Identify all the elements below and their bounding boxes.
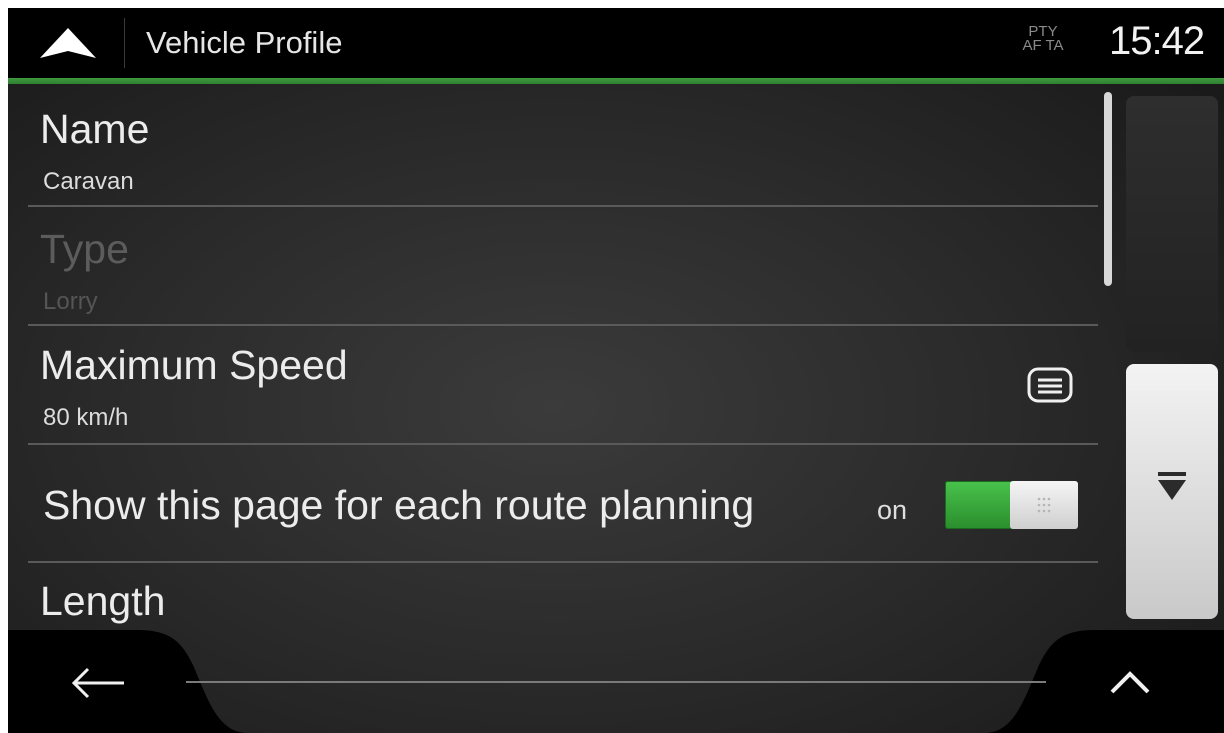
scroll-down-button[interactable] — [1126, 364, 1218, 619]
scroll-down-icon — [1158, 472, 1186, 500]
list-item-label: Show this page for each route planning — [43, 482, 755, 528]
navigation-arrow-icon[interactable] — [38, 26, 98, 60]
screen: Vehicle Profile PTY AF TA 15:42 Name Car… — [8, 8, 1224, 733]
back-arrow-icon[interactable] — [68, 665, 128, 701]
grip-icon — [1037, 497, 1051, 513]
toggle-knob[interactable] — [1010, 481, 1078, 529]
list-item-value: Caravan — [43, 168, 134, 195]
list-item-type: Type Lorry — [8, 208, 1106, 326]
list-item-label: Length — [40, 578, 166, 624]
divider — [28, 443, 1098, 445]
header-separator — [124, 18, 125, 68]
list-item-value: Lorry — [43, 288, 98, 315]
traffic-info-indicator: PTY AF TA — [1008, 24, 1078, 54]
list-item-length[interactable]: Length — [8, 564, 1106, 634]
list-item-label: Name — [40, 106, 150, 152]
bottom-bar — [8, 630, 1224, 733]
page-title: Vehicle Profile — [146, 25, 343, 60]
scrollbar-thumb[interactable] — [1104, 92, 1112, 286]
clock: 15:42 — [1109, 19, 1205, 63]
divider — [28, 561, 1098, 563]
list-icon[interactable] — [1026, 366, 1074, 404]
header-accent-line — [8, 78, 1224, 84]
chevron-up-icon[interactable] — [1108, 668, 1152, 696]
list-item-name[interactable]: Name Caravan — [8, 86, 1106, 210]
divider — [28, 205, 1098, 207]
show-page-toggle-switch[interactable] — [945, 481, 1078, 529]
list-item-value: 80 km/h — [43, 404, 129, 431]
list-item-show-page-toggle[interactable]: Show this page for each route planning — [8, 446, 1106, 562]
bottom-bar-background — [8, 630, 1224, 733]
traffic-info-line2: AF TA — [1022, 37, 1064, 54]
list-item-label: Maximum Speed — [40, 342, 348, 388]
list-item-label: Type — [40, 226, 129, 272]
toggle-state-label: on — [877, 495, 908, 525]
scroll-track — [1126, 96, 1218, 352]
list-item-maximum-speed[interactable]: Maximum Speed 80 km/h — [8, 326, 1106, 444]
header-bar: Vehicle Profile PTY AF TA 15:42 — [8, 8, 1224, 78]
